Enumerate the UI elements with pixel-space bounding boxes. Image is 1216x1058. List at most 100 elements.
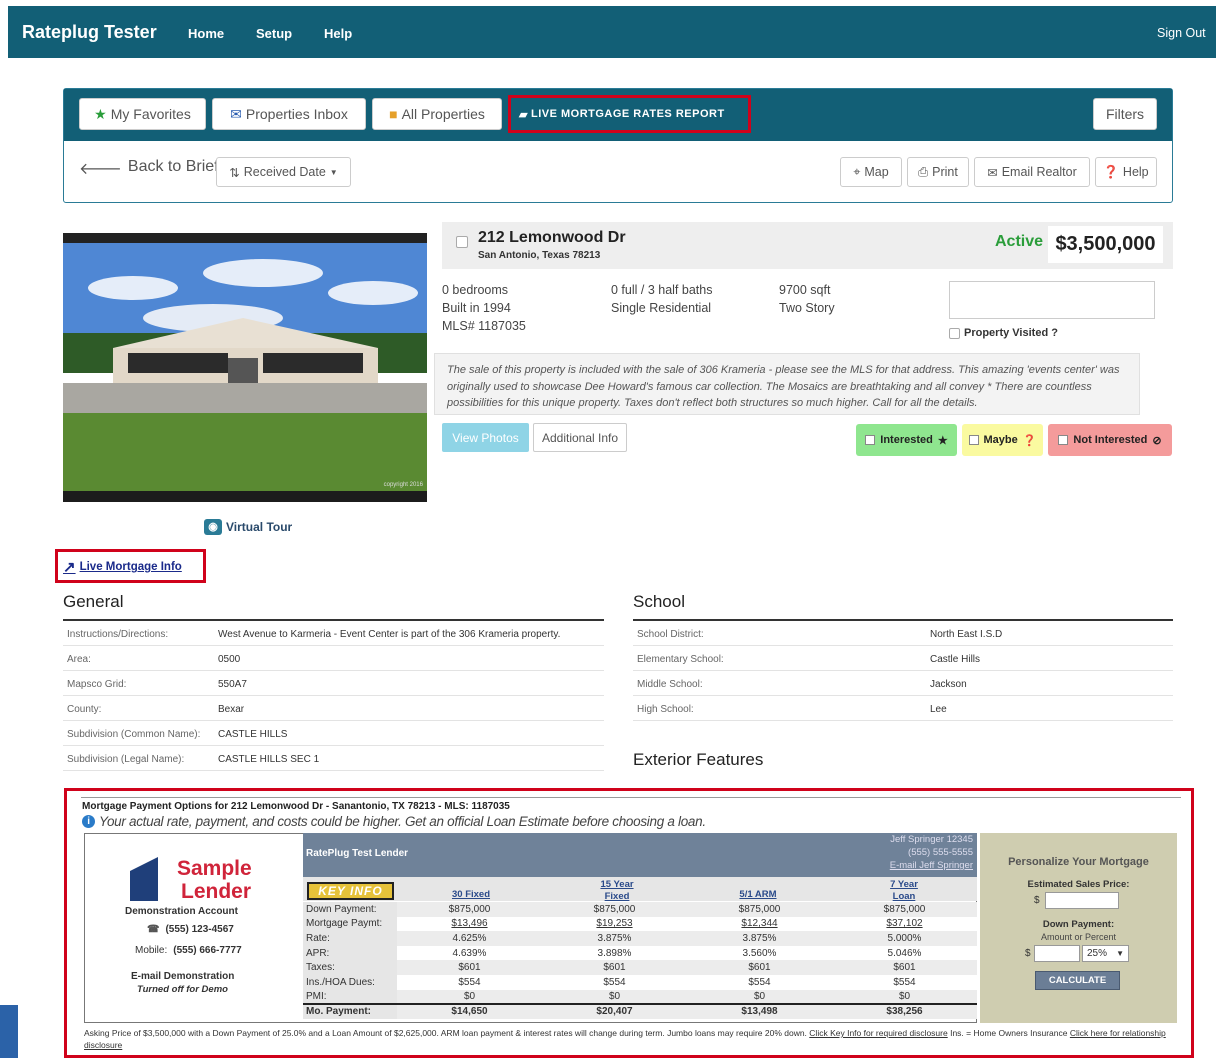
school-row: Middle School: Jackson [633,671,1173,696]
not-interested-button[interactable]: Not Interested ⊘ [1048,424,1172,456]
agent-email-link[interactable]: E-mail Jeff Springer [847,860,973,871]
phone-icon: ☎ [147,924,160,935]
rate-row: Taxes: $601 $601 $601 $601 [303,960,977,975]
lender-phone-number: (555) 123-4567 [165,924,234,935]
mortgage-heading: Mortgage Payment Options for 212 Lemonwo… [82,801,510,812]
print-icon: ⎙ [918,164,929,179]
back-to-brief-link[interactable]: 🡐 Back to Brief [79,158,219,179]
rate-cell: 5.046% [887,947,922,959]
rate-cell: 4.639% [452,947,487,959]
rate-cell[interactable]: $13,496 [397,917,542,932]
rate-cell[interactable]: $37,102 [832,917,977,932]
rate-cell: 3.875% [742,932,777,944]
tab-properties-inbox[interactable]: ✉ Properties Inbox [212,98,366,130]
map-button[interactable]: ⌖ Map [840,157,902,187]
lender-name: RatePlug Test Lender [306,848,409,859]
mobile-number: (555) 666-7777 [173,945,242,956]
rate-cell: 3.560% [742,947,777,959]
virtual-tour-link[interactable]: ◉ Virtual Tour [204,519,292,535]
print-label: Print [932,165,958,179]
filters-label: Filters [1105,106,1145,122]
down-percent-value: 25% [1087,948,1108,959]
general-value: CASTLE HILLS [218,729,288,740]
down-percent-select[interactable]: 25% ▼ [1082,945,1129,962]
general-key: Instructions/Directions: [67,629,169,640]
rates-table: Down Payment: $875,000 $875,000 $875,000 $87… [303,902,977,1019]
fact-sqft: 9700 sqft [779,283,831,297]
general-row: Subdivision (Legal Name): CASTLE HILLS SE… [63,746,604,771]
general-key: Mapsco Grid: [67,679,127,690]
key-info-disclosure-link[interactable]: Click Key Info for required disclosure [809,1028,947,1038]
email-realtor-button[interactable]: ✉ Email Realtor [974,157,1090,187]
listing-select-checkbox[interactable] [456,236,468,248]
filters-button[interactable]: Filters [1093,98,1157,130]
general-value: CASTLE HILLS SEC 1 [218,754,320,765]
property-visited[interactable]: Property Visited ? [949,327,1058,339]
fact-story: Two Story [779,301,835,315]
tab-all-properties-label: All Properties [401,106,485,122]
footer-text: Asking Price of $3,500,000 with a Down P… [84,1028,807,1038]
lender-mobile: Mobile: (555) 666-7777 [135,945,242,956]
rate-cell: $875,000 [738,903,781,915]
col-15-year-fixed[interactable]: 15 Year Fixed [587,879,647,903]
school-value: Jackson [930,679,967,690]
maybe-button[interactable]: Maybe ❓ [962,424,1043,456]
nav-setup[interactable]: Setup [256,26,292,41]
down-payment-label: Down Payment: [1042,919,1115,930]
down-payment-input[interactable] [1034,945,1080,962]
tab-my-favorites[interactable]: ★ My Favorites [79,98,206,130]
col-7-year-loan[interactable]: 7 Year Loan [879,879,929,903]
school-title: School [633,592,685,611]
col-5-1-arm[interactable]: 5/1 ARM [718,889,798,900]
email-demo: E-mail Demonstration [131,971,235,982]
rate-cell: $0 [608,990,621,1002]
sort-icon: ⇅ [229,165,240,180]
help-button[interactable]: ❓ Help [1095,157,1157,187]
col-30-fixed[interactable]: 30 Fixed [431,889,511,900]
general-key: Subdivision (Legal Name): [67,754,185,765]
rate-cell[interactable]: $19,253 [542,917,687,932]
exterior-features-title: Exterior Features [633,750,764,769]
notes-textarea[interactable] [949,281,1155,319]
school-row: School District: North East I.S.D [633,621,1173,646]
calculate-button[interactable]: CALCULATE [1035,971,1120,990]
not-interested-checkbox[interactable] [1058,435,1069,445]
listing-description: The sale of this property is included wi… [434,353,1140,415]
maybe-checkbox[interactable] [968,435,979,445]
nav-home[interactable]: Home [188,26,224,41]
view-photos-button[interactable]: View Photos [442,423,529,452]
school-value: Castle Hills [930,654,981,665]
question-circle-icon: ❓ [1103,164,1119,179]
rate-cell: $601 [748,962,771,974]
folder-icon: ■ [389,106,398,122]
property-photo[interactable]: copyright 2016 [63,233,427,502]
lender-phone: ☎ (555) 123-4567 [147,924,234,935]
rate-cell[interactable]: $12,344 [687,917,832,932]
lender-logo-word1: Sample [177,857,252,880]
print-button[interactable]: ⎙ Print [907,157,969,187]
rate-cell: $875,000 [448,903,491,915]
property-visited-checkbox[interactable] [949,327,960,339]
mortgage-notice-text: Your actual rate, payment, and costs cou… [99,814,706,829]
brand-title[interactable]: Rateplug Tester [22,22,157,43]
rate-cell: $554 [458,976,481,988]
est-price-input[interactable] [1045,892,1119,909]
tab-all-properties[interactable]: ■ All Properties [372,98,502,130]
nav-help[interactable]: Help [324,26,352,41]
sort-label: Received Date [243,165,326,179]
sort-received-date-dropdown[interactable]: ⇅ Received Date ▼ [216,157,351,187]
fact-mls: MLS# 1187035 [442,319,526,333]
key-info-button[interactable]: KEY INFO [307,882,394,900]
additional-info-button[interactable]: Additional Info [533,423,627,452]
fact-built: Built in 1994 [442,301,511,315]
interested-checkbox[interactable] [865,435,876,445]
rate-cell: 3.898% [597,947,632,959]
rate-cell: $601 [893,962,916,974]
sign-out-link[interactable]: Sign Out [1157,26,1206,40]
agent-phone: (555) 555-5555 [908,847,973,858]
interested-button[interactable]: Interested ★ [856,424,957,456]
general-row: Area: 0500 [63,646,604,671]
general-row: Instructions/Directions: West Avenue to K… [63,621,604,646]
rate-cell: $601 [603,962,626,974]
camera-icon: ◉ [204,519,222,535]
